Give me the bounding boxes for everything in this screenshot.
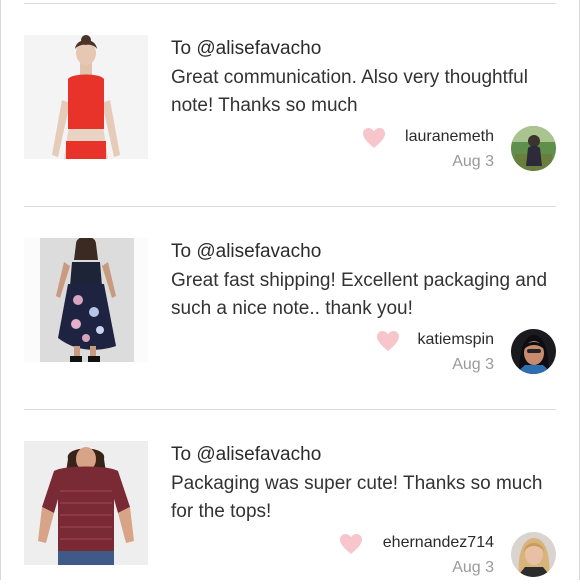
listing-thumbnail[interactable] (24, 35, 148, 159)
recipient-line[interactable]: To @alisefavacho (171, 444, 321, 466)
review-message: Great communication. Also very thoughtfu… (171, 67, 528, 116)
heart-icon (340, 534, 362, 554)
reviewer-avatar[interactable] (511, 532, 556, 577)
reviewer-avatar[interactable] (511, 329, 556, 374)
maroon-tee-photo (24, 441, 148, 565)
heart-icon (363, 128, 385, 148)
recipient-line[interactable]: To @alisefavacho (171, 38, 321, 60)
heart-icon (377, 331, 399, 351)
listing-thumbnail[interactable] (24, 238, 148, 362)
red-crop-top-photo (24, 35, 148, 159)
review-card: To @alisefavacho Packaging was super cut… (0, 406, 580, 586)
reviewer-username[interactable]: katiemspin (418, 331, 494, 349)
review-message: Great fast shipping! Excellent packaging… (171, 270, 548, 319)
floral-dress-photo (24, 238, 148, 362)
review-date: Aug 3 (452, 153, 494, 170)
reviewer-username[interactable]: ehernandez714 (383, 534, 494, 552)
review-card: To @alisefavacho Great fast shipping! Ex… (0, 203, 580, 383)
review-message: Packaging was super cute! Thanks so much… (171, 473, 543, 522)
recipient-line[interactable]: To @alisefavacho (171, 241, 321, 263)
user-avatar-selfie (511, 329, 556, 374)
user-avatar-blonde (511, 532, 556, 577)
reviewer-avatar[interactable] (511, 126, 556, 171)
review-date: Aug 3 (452, 559, 494, 576)
review-card: To @alisefavacho Great communication. Al… (0, 0, 580, 180)
reviewer-username[interactable]: lauranemeth (405, 128, 494, 146)
user-avatar-outdoor (511, 126, 556, 171)
review-date: Aug 3 (452, 356, 494, 373)
listing-thumbnail[interactable] (24, 441, 148, 565)
